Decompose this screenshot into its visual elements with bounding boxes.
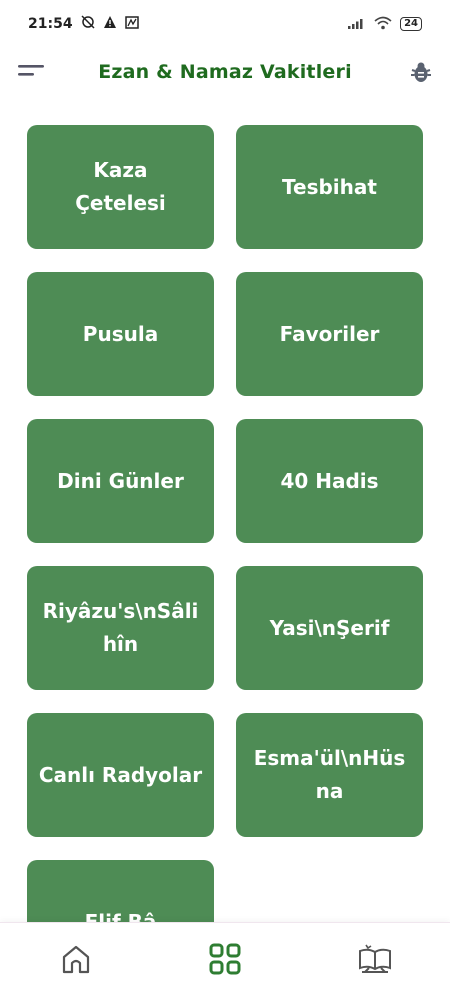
app-title: Ezan & Namaz Vakitleri (98, 61, 352, 83)
alarm-off-icon (81, 15, 95, 33)
tile-yasin-serif[interactable]: Yasi\nŞerif (236, 566, 423, 690)
tile-dini-gunler[interactable]: Dini Günler (27, 419, 214, 543)
bug-icon[interactable] (408, 59, 434, 85)
menu-icon[interactable] (18, 62, 46, 82)
tile-riyazus-salihin[interactable]: Riyâzu's\nSâli hîn (27, 566, 214, 690)
status-right: 24 (348, 16, 422, 33)
tile-40-hadis[interactable]: 40 Hadis (236, 419, 423, 543)
tile-label: Kaza Çetelesi (75, 158, 166, 215)
bottom-nav (0, 922, 450, 1001)
tile-label: Yasi\nŞerif (269, 615, 390, 640)
grid-icon[interactable] (207, 941, 243, 977)
tile-label: 40 Hadis (280, 468, 379, 493)
signal-icon (348, 17, 366, 32)
notification-icon (124, 15, 139, 33)
tile-label: Esma'ül\nHüs na (253, 746, 406, 803)
home-icon[interactable] (58, 941, 94, 977)
tile-label: Pusula (82, 321, 159, 346)
tile-canli-radyolar[interactable]: Canlı Radyolar (27, 713, 214, 837)
tile-label: Canlı Radyolar (38, 762, 203, 787)
battery-level: 24 (404, 18, 418, 29)
tile-favoriler[interactable]: Favoriler (236, 272, 423, 396)
tile-tesbihat[interactable]: Tesbihat (236, 125, 423, 249)
tile-esmaul-husna[interactable]: Esma'ül\nHüs na (236, 713, 423, 837)
battery-icon: 24 (400, 17, 422, 31)
tile-pusula[interactable]: Pusula (27, 272, 214, 396)
tile-label: Riyâzu's\nSâli hîn (42, 599, 199, 656)
status-time: 21:54 (28, 16, 73, 32)
app-bar: Ezan & Namaz Vakitleri (0, 48, 450, 96)
tile-label: Dini Günler (57, 468, 184, 493)
status-left: 21:54 (28, 15, 139, 33)
tile-kaza-cetelesi[interactable]: Kaza Çetelesi (27, 125, 214, 249)
wifi-icon (374, 16, 392, 33)
status-bar: 21:54 24 (0, 0, 450, 48)
quran-book-icon[interactable] (357, 941, 393, 977)
warning-icon (103, 15, 117, 33)
tile-label: Favoriler (279, 321, 380, 346)
tile-label: Tesbihat (282, 174, 377, 199)
